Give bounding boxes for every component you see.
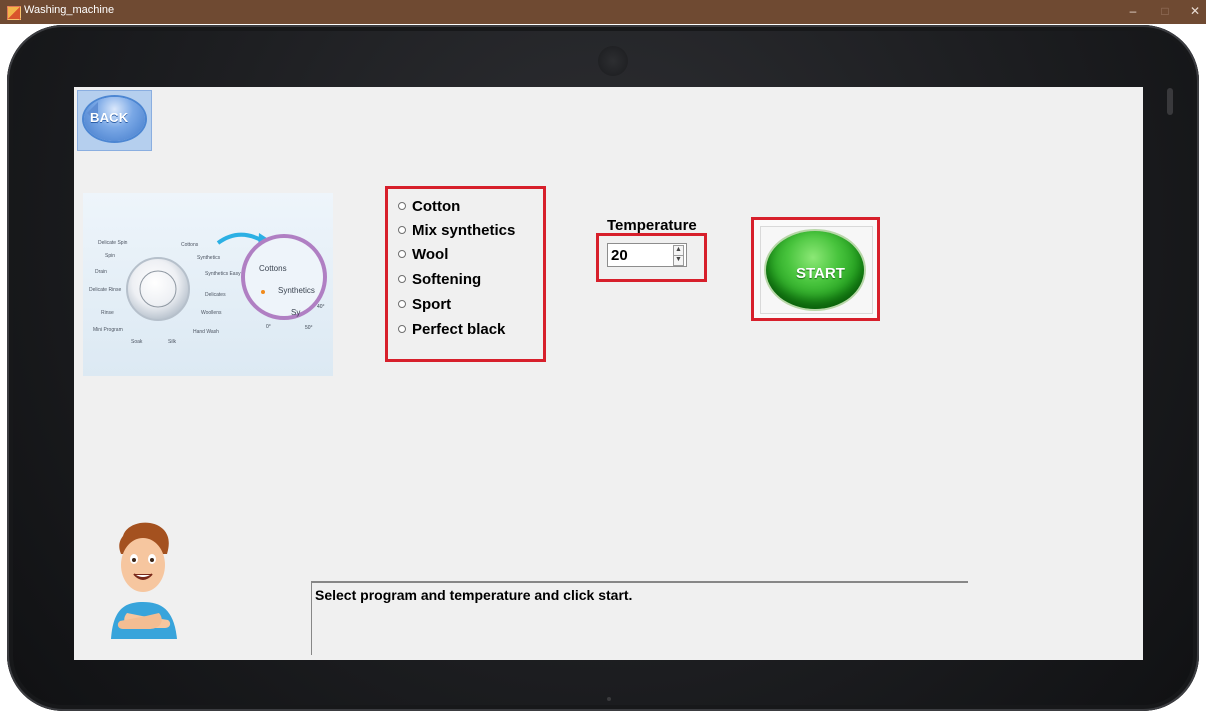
close-button[interactable]: ✕ [1183, 3, 1206, 19]
washing-dial-svg: Delicate Spin Spin Drain Delicate Rinse … [89, 232, 327, 345]
temperature-value: 20 [611, 247, 628, 264]
back-button-label: BACK [90, 110, 129, 125]
dial-label-rinse: Rinse [101, 310, 114, 316]
dial-label-cottons: Cottons [181, 242, 199, 248]
dial-label-delicate-rinse: Delicate Rinse [89, 287, 121, 293]
dial-label-mini-program: Mini Program [93, 327, 123, 333]
program-option-softening[interactable]: Softening [398, 269, 481, 289]
left-pupil-icon [132, 558, 136, 562]
radio-circle-icon[interactable] [398, 325, 406, 333]
program-selection-group: Cotton Mix synthetics Wool Softening Spo… [385, 186, 546, 362]
program-label: Cotton [412, 197, 461, 215]
maximize-button[interactable]: □ [1153, 3, 1177, 19]
camera-icon [598, 46, 628, 76]
zoom-label-sy: Sy [291, 308, 300, 317]
temperature-label: Temperature [607, 217, 697, 234]
user-avatar [93, 512, 193, 642]
dial-label-delicate-spin: Delicate Spin [98, 240, 128, 246]
dial-label-hand-wash: Hand Wash [193, 329, 219, 335]
zoom-label-50: 50° [305, 325, 313, 331]
program-label: Softening [412, 270, 482, 288]
start-button-label: START [796, 265, 845, 282]
program-option-cotton[interactable]: Cotton [398, 196, 460, 216]
program-label: Sport [412, 295, 452, 313]
zoom-label-cottons: Cottons [259, 264, 287, 273]
radio-circle-icon[interactable] [398, 275, 406, 283]
zoom-circle [241, 234, 327, 320]
program-label: Mix synthetics [412, 221, 516, 239]
program-option-sport[interactable]: Sport [398, 294, 451, 314]
minimize-button[interactable]: – [1121, 3, 1145, 19]
dial-label-synthetics: Synthetics [197, 255, 221, 261]
program-label: Perfect black [412, 320, 506, 338]
orange-dot-icon [261, 290, 265, 294]
radio-circle-icon[interactable] [398, 250, 406, 258]
dial-label-spin: Spin [105, 253, 115, 259]
dial-label-drain: Drain [95, 269, 107, 275]
radio-circle-icon[interactable] [398, 226, 406, 234]
radio-circle-icon[interactable] [398, 202, 406, 210]
dial-label-silk: Silk [168, 339, 177, 345]
tablet-side-button [1167, 88, 1173, 115]
status-message: Select program and temperature and click… [315, 587, 633, 603]
zoom-label-0: 0° [266, 324, 271, 330]
face-icon [121, 538, 165, 592]
dial-label-soak: Soak [131, 339, 143, 345]
start-button-container: START [760, 226, 873, 314]
washing-dial-illustration: Delicate Spin Spin Drain Delicate Rinse … [83, 193, 333, 376]
program-option-wool[interactable]: Wool [398, 244, 448, 264]
right-pupil-icon [150, 558, 154, 562]
window-title: Washing_machine [24, 4, 115, 16]
start-button-group: START [751, 217, 880, 321]
window-title-bar: Washing_machine – □ ✕ [0, 0, 1206, 24]
tablet-bottom-indicator [607, 697, 611, 701]
program-option-mix-synthetics[interactable]: Mix synthetics [398, 220, 515, 240]
user-avatar-svg [111, 522, 177, 639]
temperature-input[interactable]: 20 ▲ ▼ [607, 243, 687, 267]
dial-label-woollens: Woollens [201, 310, 222, 316]
tablet-screen: BACK Delicate Spin Spin Drain Delicate R… [74, 87, 1143, 660]
program-label: Wool [412, 245, 449, 263]
zoom-label-40: 40° [317, 304, 325, 310]
temperature-control-group: 20 ▲ ▼ [596, 233, 707, 282]
start-button[interactable]: START [766, 231, 864, 309]
program-option-perfect-black[interactable]: Perfect black [398, 319, 505, 339]
dial-label-delicates: Delicates [205, 292, 226, 298]
spin-down-icon[interactable]: ▼ [673, 255, 684, 266]
back-button[interactable]: BACK [77, 90, 152, 151]
radio-circle-icon[interactable] [398, 300, 406, 308]
app-icon [7, 6, 21, 20]
arrow-curve-icon [216, 232, 262, 245]
status-message-box: Select program and temperature and click… [311, 581, 968, 655]
dial-knob [126, 257, 190, 321]
zoom-label-synthetics: Synthetics [278, 286, 315, 295]
